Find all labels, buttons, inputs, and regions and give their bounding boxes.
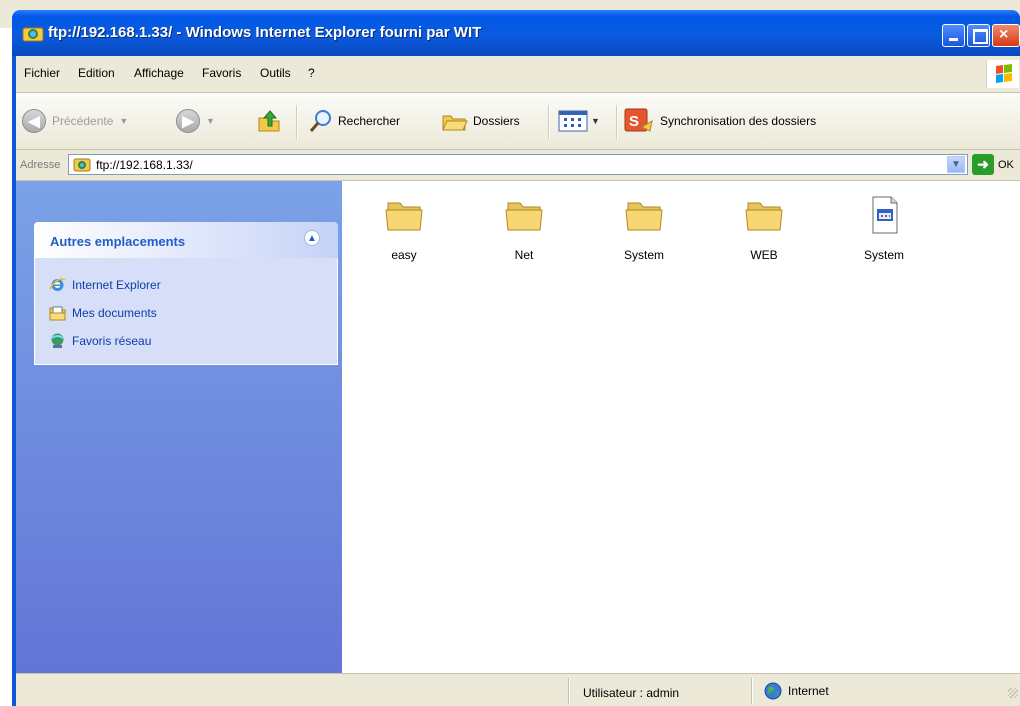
address-label: Adresse <box>20 159 61 171</box>
folder-icon <box>625 202 663 231</box>
menu-help[interactable]: ? <box>308 66 315 80</box>
status-user: Utilisateur : admin <box>583 686 680 700</box>
toolbar-separator <box>548 105 550 139</box>
address-value: ftp://192.168.1.33/ <box>96 158 193 172</box>
views-button[interactable]: ▼ <box>558 93 600 149</box>
file-view[interactable]: easy Net System WEB System <box>342 181 1020 673</box>
menu-bar: Fichier Edition Affichage Favoris Outils… <box>16 56 1020 93</box>
up-folder-icon <box>258 110 280 132</box>
ie-icon <box>49 278 66 291</box>
windows-logo <box>986 60 1019 88</box>
sync-icon: S <box>624 108 653 132</box>
windows-flag-icon <box>996 64 1012 83</box>
system-file-icon <box>872 196 898 234</box>
toolbar-separator <box>296 105 298 139</box>
resize-grip-icon[interactable] <box>1008 688 1018 698</box>
search-button[interactable]: Rechercher <box>308 93 400 149</box>
globe-icon <box>764 682 782 700</box>
search-label: Rechercher <box>338 114 401 128</box>
menu-fichier[interactable]: Fichier <box>24 66 60 80</box>
minimize-button[interactable] <box>942 24 965 47</box>
toolbar-separator <box>616 105 618 139</box>
documents-icon <box>49 306 66 321</box>
ftp-folder-icon <box>22 27 44 42</box>
views-dropdown-icon[interactable]: ▼ <box>591 116 600 126</box>
sync-folders-button[interactable]: S Synchronisation des dossiers <box>624 93 816 149</box>
back-button[interactable]: ◀ Précédente ▼ <box>22 93 128 149</box>
window-title: ftp://192.168.1.33/ - Windows Internet E… <box>48 24 482 41</box>
collapse-chevron-icon[interactable]: ▲ <box>304 230 320 246</box>
zone-label: Internet <box>788 684 829 698</box>
back-label: Précédente <box>52 114 114 128</box>
other-places-header[interactable]: Autres emplacements ▲ <box>34 222 338 258</box>
ftp-folder-icon <box>73 158 91 172</box>
folder-icon <box>745 202 783 231</box>
file-system[interactable]: System <box>844 195 924 262</box>
title-bar[interactable]: ftp://192.168.1.33/ - Windows Internet E… <box>12 10 1020 56</box>
ie-window: ftp://192.168.1.33/ - Windows Internet E… <box>0 0 1020 706</box>
up-folder-button[interactable] <box>256 93 282 149</box>
menu-favoris[interactable]: Favoris <box>202 66 241 80</box>
link-label: Mes documents <box>72 305 157 320</box>
folders-icon <box>442 115 468 131</box>
menu-edition[interactable]: Edition <box>78 66 115 80</box>
link-internet-explorer[interactable]: Internet Explorer <box>49 276 161 293</box>
file-name: System <box>863 248 904 262</box>
security-zone[interactable]: Internet <box>764 682 829 700</box>
address-input[interactable]: ftp://192.168.1.33/ ▼ <box>68 154 968 175</box>
forward-dropdown-icon[interactable]: ▼ <box>206 116 215 126</box>
status-bar: Utilisateur : admin Internet <box>16 673 1020 706</box>
address-bar: Adresse ftp://192.168.1.33/ ▼ ➜ OK <box>16 150 1020 181</box>
file-name: WEB <box>750 248 778 262</box>
link-mes-documents[interactable]: Mes documents <box>49 304 157 321</box>
views-grid-icon <box>558 110 588 132</box>
file-name: Net <box>514 248 534 262</box>
folder-icon <box>505 202 543 231</box>
task-pane: Autres emplacements ▲ Internet Explorer <box>16 181 342 673</box>
maximize-button[interactable] <box>967 24 990 47</box>
other-places-body: Internet Explorer Mes documents Favoris … <box>34 258 338 365</box>
status-separator <box>751 678 753 704</box>
sync-label: Synchronisation des dossiers <box>660 114 817 128</box>
minimize-icon <box>949 38 958 41</box>
go-button-label[interactable]: OK <box>998 159 1014 171</box>
desktop-edge <box>0 28 12 706</box>
file-name: System <box>623 248 664 262</box>
forward-arrow-icon: ▶ <box>176 109 200 133</box>
folder-web[interactable]: WEB <box>724 195 804 262</box>
back-arrow-icon: ◀ <box>22 109 46 133</box>
file-name: easy <box>391 248 417 262</box>
link-favoris-reseau[interactable]: Favoris réseau <box>49 332 151 349</box>
toolbar: ◀ Précédente ▼ ▶ ▼ Rechercher Dossiers ▼… <box>16 93 1020 150</box>
forward-button[interactable]: ▶ ▼ <box>176 93 215 149</box>
menu-affichage[interactable]: Affichage <box>134 66 184 80</box>
status-separator <box>568 678 570 704</box>
close-icon: × <box>999 26 1009 43</box>
network-icon <box>51 333 64 348</box>
go-arrow-icon[interactable]: ➜ <box>972 154 994 175</box>
link-label: Internet Explorer <box>72 277 161 292</box>
folders-label: Dossiers <box>473 114 520 128</box>
folder-icon <box>385 202 423 231</box>
close-button[interactable]: × <box>992 24 1020 47</box>
address-dropdown-icon[interactable]: ▼ <box>947 156 965 173</box>
search-icon <box>309 110 331 132</box>
svg-text:S: S <box>629 113 639 130</box>
back-dropdown-icon[interactable]: ▼ <box>119 116 128 126</box>
folder-easy[interactable]: easy <box>364 195 444 262</box>
folder-net[interactable]: Net <box>484 195 564 262</box>
maximize-icon <box>973 29 988 44</box>
menu-outils[interactable]: Outils <box>260 66 291 80</box>
folder-system[interactable]: System <box>604 195 684 262</box>
link-label: Favoris réseau <box>72 333 152 348</box>
folders-button[interactable]: Dossiers <box>441 93 520 149</box>
panel-title: Autres emplacements <box>50 234 186 249</box>
